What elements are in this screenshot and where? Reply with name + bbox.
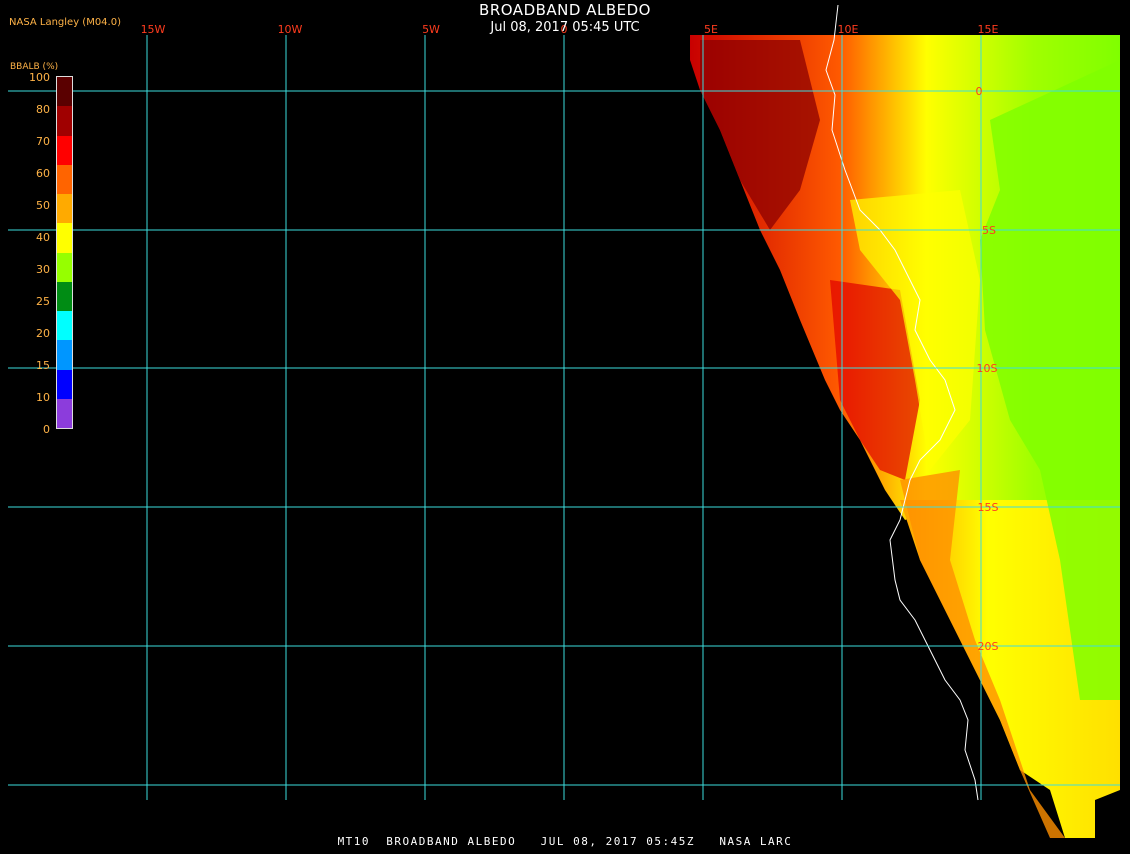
legend-tick-label: 25 (36, 295, 50, 308)
legend-color-segment (57, 252, 72, 282)
legend-tick-label: 30 (36, 263, 50, 276)
legend-tick-label: 70 (36, 135, 50, 148)
legend-color-segment (57, 311, 72, 341)
albedo-field (690, 35, 1120, 838)
lat-label-15s: 15S (978, 501, 999, 514)
lat-label-20s: 20S (978, 640, 999, 653)
lat-label-0: 0 (976, 85, 983, 98)
legend-tick-label: 40 (36, 231, 50, 244)
legend-color-segment (57, 106, 72, 136)
legend-tick-label: 0 (43, 423, 50, 436)
lat-label-5s: 5S (982, 224, 996, 237)
map-title: BROADBAND ALBEDO (479, 1, 651, 19)
legend-tick-label: 10 (36, 391, 50, 404)
legend-tick-label: 50 (36, 199, 50, 212)
legend-tick-label: 20 (36, 327, 50, 340)
legend-color-segment (57, 340, 72, 370)
legend-color-segment (57, 194, 72, 224)
legend-color-segment (57, 135, 72, 165)
legend-tick-label: 60 (36, 167, 50, 180)
legend-tick-label: 15 (36, 359, 50, 372)
legend-color-segment (57, 369, 72, 399)
map-canvas: 15W 10W 5W 0 5E 10E 15E 0 5S 10S 15S 20S (8, 4, 1120, 838)
legend-color-segment (57, 164, 72, 194)
legend-color-segment (57, 223, 72, 253)
legend-tick-label: 100 (29, 71, 50, 84)
color-legend-bar (56, 76, 73, 429)
legend-color-segment (57, 398, 72, 428)
legend-tick-label: 80 (36, 103, 50, 116)
legend-color-segment (57, 281, 72, 311)
footer-caption: MT10 BROADBAND ALBEDO JUL 08, 2017 05:45… (337, 835, 793, 848)
map-date: Jul 08, 2017 05:45 UTC (490, 20, 640, 35)
legend-color-segment (57, 77, 72, 107)
lat-label-10s: 10S (977, 362, 998, 375)
albedo-map: 15W 10W 5W 0 5E 10E 15E 0 5S 10S 15S 20S (0, 0, 1130, 850)
